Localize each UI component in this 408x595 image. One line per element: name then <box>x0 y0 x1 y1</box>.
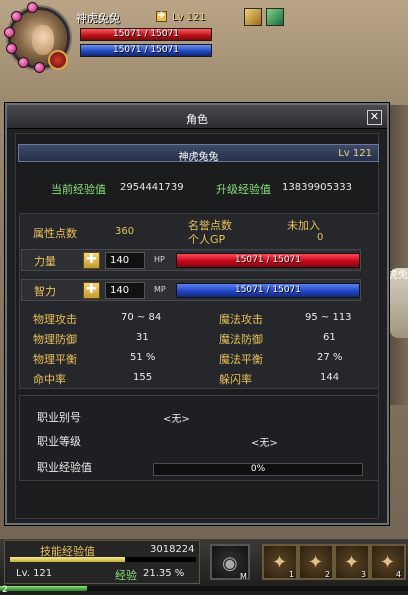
job-alias-value: <无> <box>163 414 190 425</box>
hud-mp-bar: 15071 / 15071 <box>80 44 212 57</box>
skill-icon: ✦ <box>272 552 288 573</box>
job-level-label: 职业等级 <box>37 435 81 448</box>
buff-scroll-icon[interactable] <box>244 8 262 26</box>
phys-def-label: 物理防御 <box>33 333 77 346</box>
hotbar-slot-2[interactable]: ✦ 2 <box>298 544 334 580</box>
intellect-label: 智力 <box>34 285 56 298</box>
strength-plus-button[interactable]: ✚ <box>83 252 100 269</box>
hp-bar: 15071 / 15071 <box>176 253 360 268</box>
phys-bal-label: 物理平衡 <box>33 353 77 366</box>
character-level: Lv 121 <box>338 148 372 159</box>
status-orb-icon[interactable] <box>27 2 38 13</box>
personal-gp-value: 0 <box>317 232 324 243</box>
skill-icon: ✦ <box>344 552 360 573</box>
intellect-value: 140 <box>105 282 145 299</box>
skill-exp-fill <box>10 557 126 562</box>
level-up-plus-icon[interactable]: ✚ <box>156 11 167 22</box>
mag-bal-label: 魔法平衡 <box>219 353 263 366</box>
hud-hp-bar: 15071 / 15071 <box>80 28 212 41</box>
mount-icon: ◉ <box>222 553 238 574</box>
window-title: 角色 <box>186 113 208 126</box>
bottom-exp-label: 经验 <box>115 569 137 582</box>
scene-pillar <box>390 105 408 405</box>
hotbar-slot-mount[interactable]: ◉ M <box>210 544 250 581</box>
mag-atk-value: 95 ~ 113 <box>305 312 352 323</box>
hotbar-slot-4[interactable]: ✦ 4 <box>370 544 406 580</box>
dodge-rate-value: 144 <box>320 372 340 383</box>
phys-atk-value: 70 ~ 84 <box>121 312 162 323</box>
slot-key-label: 2 <box>325 570 331 579</box>
bottom-exp-percent: 21.35 % <box>143 568 185 579</box>
guild-emblem-icon[interactable] <box>48 50 68 70</box>
slot-key-label: M <box>240 572 247 581</box>
slot-key-label: 1 <box>289 570 295 579</box>
status-orb-icon[interactable] <box>11 11 22 22</box>
main-exp-fill <box>0 586 88 591</box>
job-exp-label: 职业经验值 <box>37 461 92 474</box>
phys-def-value: 31 <box>136 332 149 343</box>
mag-bal-value: 27 % <box>317 352 343 363</box>
skill-exp-value: 3018224 <box>150 544 195 555</box>
hotbar-slot-1[interactable]: ✦ 1 <box>262 544 298 580</box>
phys-atk-label: 物理攻击 <box>33 313 77 326</box>
levelup-exp-label: 升级经验值 <box>216 183 271 196</box>
character-name-bar: 神虎兔兔 Lv 121 <box>18 144 379 163</box>
current-exp-value: 2954441739 <box>120 182 184 193</box>
job-exp-bar: 0% <box>153 463 363 476</box>
character-name: 神虎兔兔 <box>178 152 219 163</box>
hit-rate-label: 命中率 <box>33 373 66 386</box>
job-level-value: <无> <box>251 438 278 449</box>
mp-bar: 15071 / 15071 <box>176 283 360 298</box>
slot-key-label: 3 <box>361 570 367 579</box>
buff-sword-icon[interactable] <box>266 8 284 26</box>
attr-points-value: 360 <box>115 226 135 237</box>
skill-icon: ✦ <box>380 552 396 573</box>
window-titlebar[interactable]: 角色 ✕ <box>7 105 387 129</box>
hud-player-name: 神虎兔兔 <box>76 12 120 25</box>
strength-value: 140 <box>105 252 145 269</box>
status-orb-icon[interactable] <box>6 43 17 54</box>
levelup-exp-value: 13839905333 <box>282 182 352 193</box>
portrait-face <box>32 25 54 55</box>
job-alias-label: 职业别号 <box>37 411 81 424</box>
status-orb-icon[interactable] <box>4 27 15 38</box>
close-button[interactable]: ✕ <box>367 110 382 125</box>
bottom-level-label: Lv. 121 <box>16 568 53 579</box>
mp-tag: MP <box>154 285 166 294</box>
mag-def-value: 61 <box>323 332 336 343</box>
strength-label: 力量 <box>34 255 56 268</box>
current-exp-label: 当前经验值 <box>51 183 106 196</box>
skill-icon: ✦ <box>308 552 324 573</box>
slot-key-label: 4 <box>396 570 402 579</box>
intellect-plus-button[interactable]: ✚ <box>83 282 100 299</box>
attr-points-label: 属性点数 <box>33 227 77 240</box>
hud-player-level: Lv 121 <box>172 12 206 23</box>
hotbar-page-number[interactable]: 2 <box>2 585 8 595</box>
dodge-rate-label: 躲闪率 <box>219 373 252 386</box>
strength-row: 力量 ✚ 140 HP 15071 / 15071 <box>21 249 361 271</box>
npc-name-label: 虎兔 <box>388 270 408 281</box>
intellect-row: 智力 ✚ 140 MP 15071 / 15071 <box>21 279 361 301</box>
status-orb-icon[interactable] <box>18 57 29 68</box>
hp-tag: HP <box>154 255 165 264</box>
hotbar-slot-3[interactable]: ✦ 3 <box>334 544 370 580</box>
status-orb-icon[interactable] <box>34 62 45 73</box>
phys-bal-value: 51 % <box>130 352 156 363</box>
personal-gp-label: 个人GP <box>188 233 226 246</box>
mag-def-label: 魔法防御 <box>219 333 263 346</box>
guild-status: 未加入 <box>287 219 320 232</box>
mag-atk-label: 魔法攻击 <box>219 313 263 326</box>
hit-rate-value: 155 <box>133 372 153 383</box>
character-window: 角色 ✕ 神虎兔兔 Lv 121 当前经验值 2954441739 升级经验值 … <box>5 103 389 525</box>
